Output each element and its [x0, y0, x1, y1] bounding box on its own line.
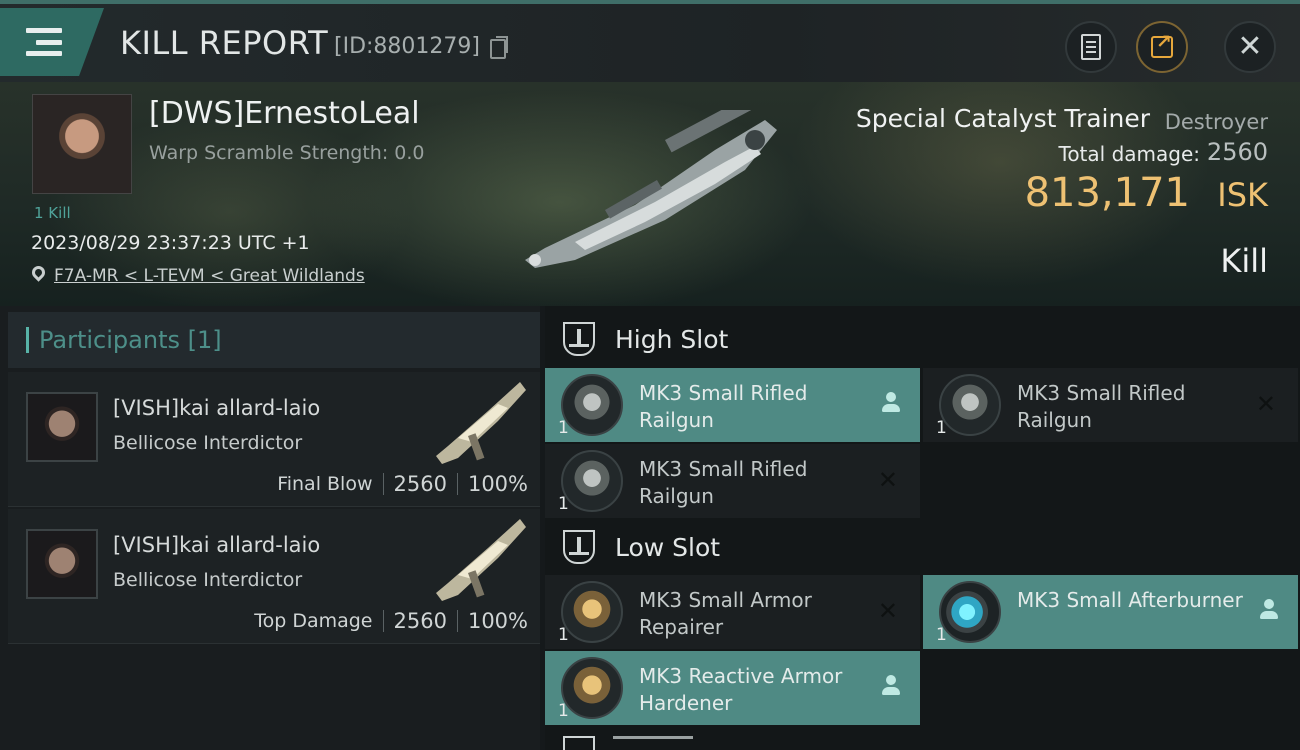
slot-icon	[563, 736, 595, 750]
share-icon	[1151, 31, 1173, 58]
participant-ship-image	[436, 382, 526, 464]
participant-name: [VISH]kai allard-laio	[113, 396, 321, 420]
share-button[interactable]	[1136, 21, 1188, 73]
participant-ship: Bellicose Interdictor	[113, 569, 303, 591]
close-button[interactable]: ✕	[1224, 21, 1276, 73]
result-label: Kill	[1220, 242, 1268, 280]
warp-scramble-strength: Warp Scramble Strength: 0.0	[149, 142, 425, 164]
isk-unit: ISK	[1217, 176, 1268, 214]
report-id: [ID:8801279]	[334, 34, 480, 59]
participant-avatar[interactable]	[26, 529, 98, 599]
module-quantity: 1	[558, 418, 569, 438]
participant-ship-image	[436, 519, 526, 601]
afterburner-icon	[939, 581, 1001, 643]
stat-divider	[456, 610, 458, 632]
module-name: MK3 Small Rifled Railgun	[1017, 381, 1186, 432]
kill-timestamp: 2023/08/29 23:37:23 UTC +1	[31, 232, 310, 254]
module-slot[interactable]: 1 MK3 Small Armor Repairer ✕	[545, 575, 920, 649]
participant-damage: 2560	[393, 472, 447, 496]
participant-name: [VISH]kai allard-laio	[113, 533, 321, 557]
module-slot[interactable]: 1 MK3 Small Rifled Railgun ✕	[923, 368, 1298, 442]
module-name: MK3 Small Armor Repairer	[639, 588, 812, 639]
module-quantity: 1	[558, 625, 569, 645]
victim-ship-image	[525, 110, 777, 268]
railgun-icon	[561, 450, 623, 512]
stat-divider	[382, 610, 384, 632]
railgun-icon	[939, 374, 1001, 436]
participant-ship: Bellicose Interdictor	[113, 432, 303, 454]
header-bar: KILL REPORT [ID:8801279] ✕	[0, 0, 1300, 82]
map-pin-icon	[29, 263, 48, 282]
document-button[interactable]	[1065, 21, 1117, 73]
high-slot-header: High Slot	[545, 310, 1300, 368]
participant-row[interactable]: [VISH]kai allard-laio Bellicose Interdic…	[8, 372, 540, 507]
module-slot[interactable]: 1 MK3 Small Afterburner	[923, 575, 1298, 649]
menu-button[interactable]	[0, 8, 104, 76]
armor-hardener-icon	[561, 657, 623, 719]
module-name: MK3 Small Afterburner	[1017, 588, 1243, 612]
participant-role: Top Damage	[254, 610, 373, 632]
module-quantity: 1	[936, 418, 947, 438]
module-quantity: 1	[936, 625, 947, 645]
high-slot-icon	[563, 322, 595, 356]
fitting-panel: High Slot 1 MK3 Small Rifled Railgun 1 M…	[545, 306, 1300, 750]
victim-ship-class: Destroyer	[1164, 110, 1268, 134]
participant-percent: 100%	[467, 472, 528, 496]
low-slot-header: Low Slot	[545, 518, 1300, 576]
participant-row[interactable]: [VISH]kai allard-laio Bellicose Interdic…	[8, 509, 540, 644]
module-quantity: 1	[558, 701, 569, 721]
participant-stats: Final Blow 2560 100%	[277, 472, 528, 496]
cross-icon: ✕	[877, 597, 898, 625]
person-icon	[1260, 599, 1278, 621]
person-icon	[882, 675, 900, 697]
module-quantity: 1	[558, 494, 569, 514]
participants-header[interactable]: Participants [1]	[8, 312, 540, 368]
participant-damage: 2560	[393, 609, 447, 633]
copy-icon[interactable]	[490, 36, 508, 59]
kill-location-link[interactable]: F7A-MR < L-TEVM < Great Wildlands	[54, 266, 365, 286]
module-slot[interactable]: 1 MK3 Small Rifled Railgun ✕	[545, 444, 920, 518]
participant-stats: Top Damage 2560 100%	[254, 609, 528, 633]
module-slot[interactable]: 1 MK3 Small Rifled Railgun	[545, 368, 920, 442]
close-icon: ✕	[1237, 29, 1263, 64]
victim-ship-name[interactable]: Special Catalyst Trainer	[856, 104, 1150, 133]
railgun-icon	[561, 374, 623, 436]
stat-divider	[382, 473, 384, 495]
cross-icon: ✕	[877, 466, 898, 494]
person-icon	[882, 392, 900, 414]
module-slot[interactable]: 1 MK3 Reactive Armor Hardener	[545, 651, 920, 725]
participant-avatar[interactable]	[26, 392, 98, 462]
participant-role: Final Blow	[277, 473, 373, 495]
page-title: KILL REPORT	[120, 24, 329, 62]
next-slot-header-partial	[563, 736, 763, 750]
document-icon	[1081, 34, 1101, 60]
total-damage-label: Total damage:	[1058, 142, 1201, 166]
isk-value: 813,171	[1024, 170, 1190, 216]
accent-bar	[26, 327, 29, 353]
hamburger-icon	[26, 28, 62, 56]
total-damage-value: 2560	[1206, 138, 1268, 166]
armor-repairer-icon	[561, 581, 623, 643]
cross-icon: ✕	[1255, 390, 1276, 418]
module-name: MK3 Small Rifled Railgun	[639, 457, 808, 508]
victim-portrait[interactable]	[32, 94, 132, 194]
slot-label-partial	[613, 736, 693, 750]
stat-divider	[456, 473, 458, 495]
module-name: MK3 Reactive Armor Hardener	[639, 664, 843, 715]
low-slot-label: Low Slot	[615, 532, 721, 562]
low-slot-icon	[563, 530, 595, 564]
participants-header-label: Participants [1]	[39, 326, 222, 354]
participant-percent: 100%	[467, 609, 528, 633]
victim-pilot-name[interactable]: [DWS]ErnestoLeal	[149, 96, 420, 131]
victim-banner: [DWS]ErnestoLeal Warp Scramble Strength:…	[0, 82, 1300, 306]
module-name: MK3 Small Rifled Railgun	[639, 381, 808, 432]
participants-panel: Participants [1] [VISH]kai allard-laio B…	[0, 306, 540, 750]
kill-count: 1 Kill	[34, 204, 71, 222]
high-slot-label: High Slot	[615, 324, 729, 354]
